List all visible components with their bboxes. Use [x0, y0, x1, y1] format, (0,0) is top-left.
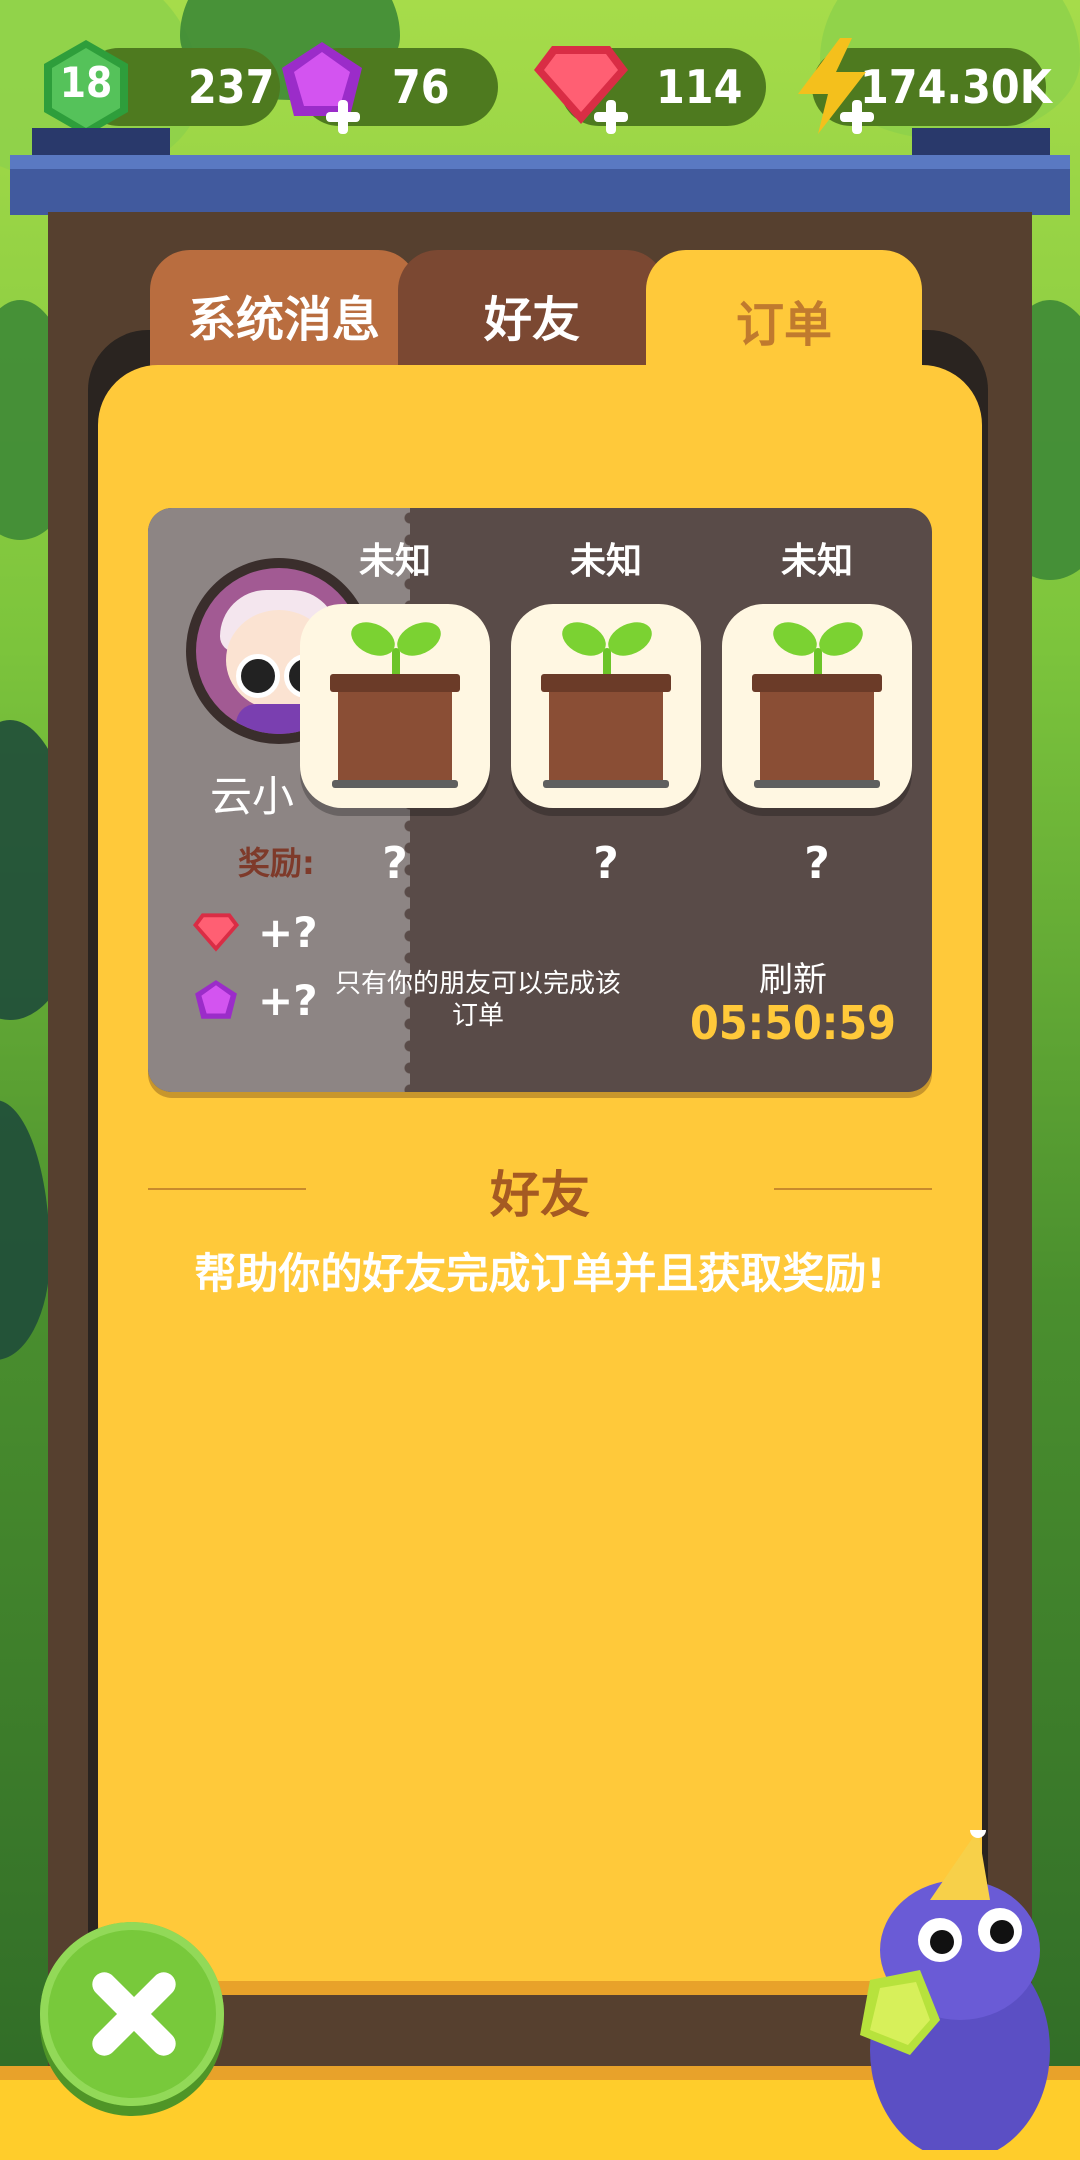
slot-qty: ?	[593, 838, 619, 889]
slot-qty: ?	[382, 838, 408, 889]
section-title: 好友	[490, 1166, 590, 1224]
refresh-label: 刷新	[759, 960, 827, 1000]
close-button[interactable]	[40, 1922, 224, 2106]
tab-orders[interactable]: 订单	[646, 250, 922, 390]
divider-left	[148, 1188, 306, 1190]
slot-label: 未知	[358, 541, 431, 582]
purple-gem-plus-icon[interactable]	[326, 100, 360, 134]
order-slot[interactable]	[511, 604, 701, 808]
xp-value: 237	[188, 60, 275, 114]
level-value: 18	[59, 58, 113, 107]
order-slot[interactable]	[722, 604, 912, 808]
monster-mascot	[860, 1830, 1050, 2150]
energy-plus-icon[interactable]	[840, 100, 874, 134]
reward-gem-amount: +?	[258, 908, 318, 957]
red-gem-plus-icon[interactable]	[594, 100, 628, 134]
divider-right	[774, 1188, 932, 1190]
purple-gem-value: 76	[392, 60, 450, 114]
purple-gem-icon	[195, 980, 237, 1019]
tab-system-messages[interactable]: 系统消息	[150, 250, 418, 380]
shelf-post-right	[912, 128, 1050, 158]
tab-friends[interactable]: 好友	[398, 250, 666, 380]
order-slot[interactable]	[300, 604, 490, 808]
only-friend-note: 只有你的朋友可以完成该订单	[334, 969, 621, 1031]
section-description: 帮助你的好友完成订单并且获取奖励!	[194, 1249, 886, 1298]
reward-purple-amount: +?	[258, 976, 318, 1025]
order-card: 云小 奖励: +? +? 未知 ? 未知 ? 未知 ? 只有你的朋友可以完成该订…	[148, 508, 932, 1092]
friend-name: 云小	[210, 772, 295, 821]
slot-label: 未知	[780, 541, 853, 582]
slot-label: 未知	[569, 541, 642, 582]
shelf-post-left	[32, 128, 170, 158]
slot-qty: ?	[804, 838, 830, 889]
shelf-top	[10, 155, 1070, 169]
energy-value: 174.30K	[860, 60, 1052, 114]
refresh-timer: 05:50:59	[690, 996, 896, 1050]
red-gem-value: 114	[656, 60, 743, 114]
red-gem-icon	[192, 913, 240, 952]
